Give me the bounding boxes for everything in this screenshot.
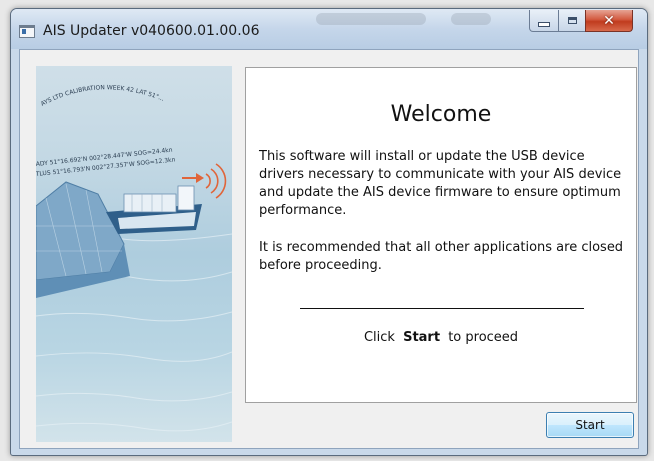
app-window-icon (19, 25, 35, 38)
direction-arrow-icon (182, 173, 204, 183)
welcome-panel: Welcome This software will install or up… (245, 67, 637, 403)
recommendation-paragraph: It is recommended that all other applica… (259, 240, 624, 273)
cta-suffix: to proceed (448, 330, 519, 345)
arc-text: AYS LTD CALIBRATION WEEK 42 LAT 51°... (40, 84, 166, 107)
intro-paragraph: This software will install or update the… (259, 149, 622, 218)
ais-illustration: AYS LTD CALIBRATION WEEK 42 LAT 51°... A… (36, 66, 232, 442)
app-window: AIS Updater v040600.01.00.06 ✕ AYS LTD C… (10, 8, 648, 456)
start-button[interactable]: Start (546, 412, 634, 438)
proceed-instruction: Click Start to proceed (246, 330, 636, 345)
cta-prefix: Click (363, 330, 395, 345)
title-bar[interactable]: AIS Updater v040600.01.00.06 ✕ (11, 9, 647, 49)
landmass (36, 181, 130, 298)
background-tab-blur (451, 13, 491, 25)
maximize-button[interactable] (558, 10, 586, 32)
welcome-heading: Welcome (390, 102, 492, 127)
ship-icon (106, 185, 202, 234)
background-tab-blur (316, 13, 426, 25)
minimize-icon (538, 21, 550, 27)
window-title: AIS Updater v040600.01.00.06 (43, 23, 260, 39)
radio-waves-icon (205, 163, 227, 199)
divider (300, 308, 584, 309)
minimize-button[interactable] (529, 10, 559, 32)
cta-start-word: Start (403, 330, 441, 345)
close-icon: ✕ (603, 12, 615, 29)
maximize-icon (567, 17, 577, 24)
close-button[interactable]: ✕ (585, 10, 633, 32)
ais-illustration-graphic: AYS LTD CALIBRATION WEEK 42 LAT 51°... A… (36, 84, 232, 432)
dialog-client-area: AYS LTD CALIBRATION WEEK 42 LAT 51°... A… (19, 49, 639, 449)
